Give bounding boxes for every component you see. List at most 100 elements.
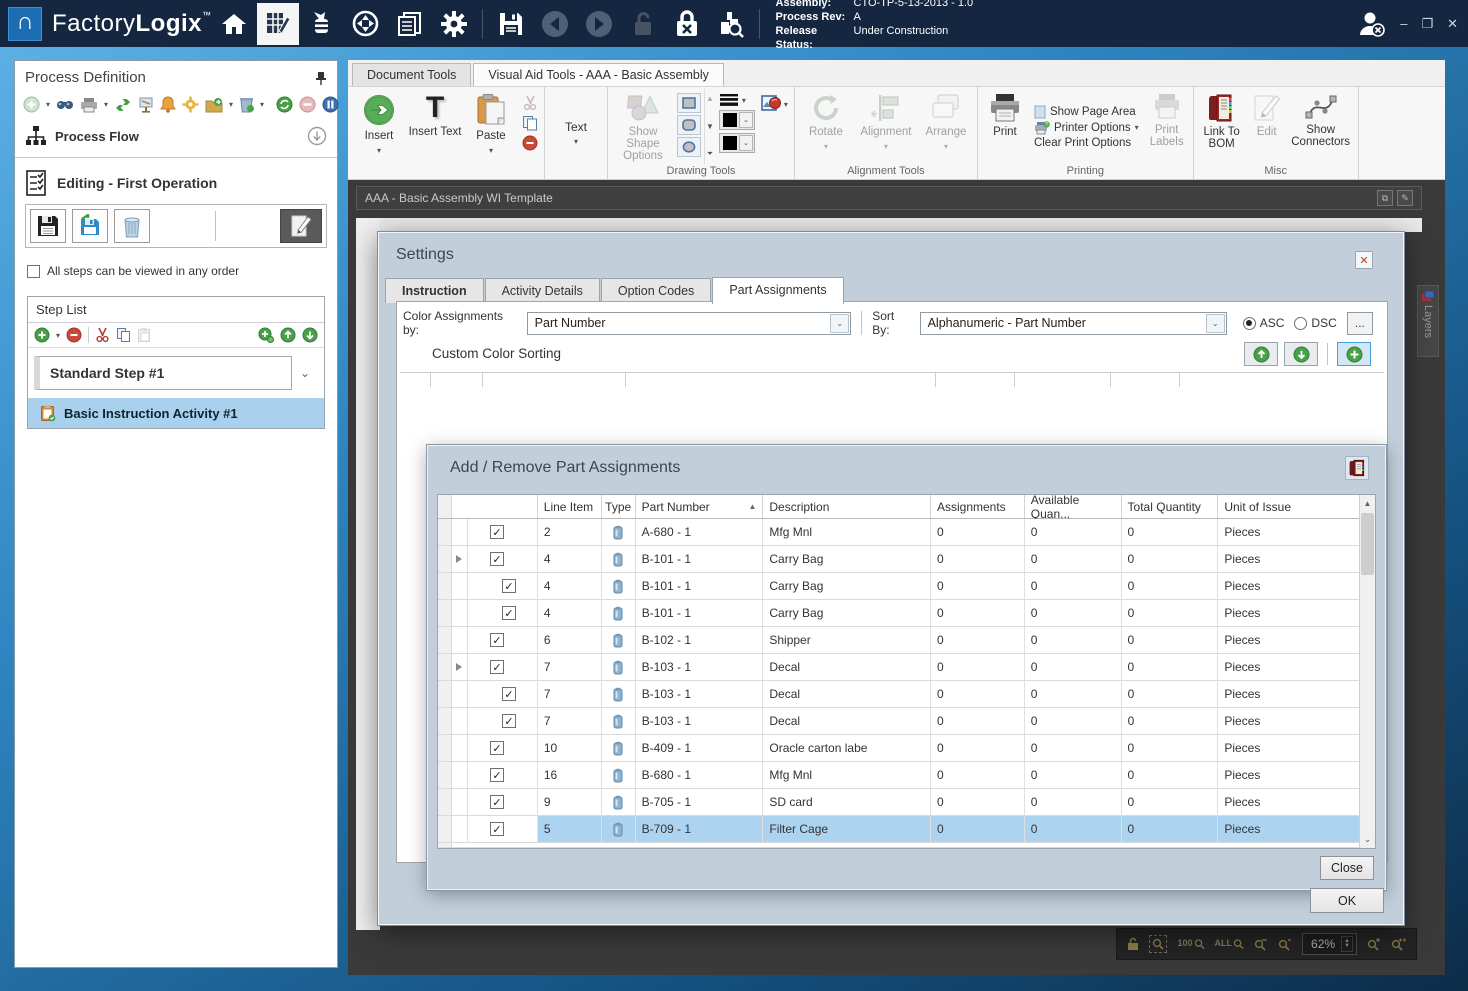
image-stamp-dropdown[interactable]: ▾: [761, 95, 788, 113]
row-checkbox[interactable]: [489, 822, 504, 836]
link-to-bom-button[interactable]: Link To BOM: [1198, 89, 1246, 164]
all-steps-option[interactable]: All steps can be viewed in any order: [15, 248, 337, 288]
logoff-user-button[interactable]: [1356, 9, 1386, 39]
add-step-button[interactable]: [34, 327, 50, 343]
save-step-button[interactable]: [30, 209, 66, 243]
remove-step-button[interactable]: [66, 327, 82, 343]
activity-row-selected[interactable]: Basic Instruction Activity #1: [28, 398, 324, 428]
shape-scroll-up[interactable]: ▲: [706, 94, 714, 103]
sort-asc-radio[interactable]: ASC: [1242, 316, 1284, 330]
insert-text-button[interactable]: T Insert Text: [408, 89, 462, 176]
save-as-button[interactable]: [72, 209, 108, 243]
sign-button[interactable]: [138, 96, 154, 113]
copy-step-button[interactable]: [116, 327, 131, 343]
shape-rounded-rectangle-button[interactable]: [677, 115, 701, 135]
insert-button[interactable]: Insert ▾: [352, 89, 406, 176]
production-button[interactable]: [345, 3, 387, 45]
tab-document-tools[interactable]: Document Tools: [352, 63, 472, 86]
settings-close-button[interactable]: ✕: [1355, 251, 1373, 269]
copy-button[interactable]: [522, 115, 538, 131]
unlock-button[interactable]: [622, 3, 664, 45]
text-button[interactable]: Text ▾: [549, 89, 603, 176]
parts-table-scrollbar[interactable]: ▲ ⌄: [1359, 495, 1375, 848]
column-total-quantity[interactable]: Total Quantity: [1122, 495, 1219, 518]
print-process-button[interactable]: [80, 97, 98, 113]
parts-table-row[interactable]: 9 B-705 - 1 SD card 0 0 0 Pieces: [438, 789, 1359, 816]
column-line-item[interactable]: Line Item: [538, 495, 602, 518]
row-checkbox[interactable]: [489, 795, 504, 809]
row-checkbox[interactable]: [501, 606, 516, 620]
row-checkbox[interactable]: [489, 552, 504, 566]
column-available-quantity[interactable]: Available Quan...: [1025, 495, 1122, 521]
clear-print-options-button[interactable]: Clear Print Options: [1034, 137, 1139, 149]
color-sort-up-button[interactable]: [1244, 342, 1278, 366]
sort-dsc-radio[interactable]: DSC: [1294, 316, 1337, 330]
lock-close-button[interactable]: [666, 3, 708, 45]
arrange-button[interactable]: Arrange ▾: [919, 89, 973, 164]
edit-button[interactable]: Edit: [1248, 89, 1286, 164]
row-expander[interactable]: [452, 573, 468, 599]
maximize-button[interactable]: ❐: [1421, 17, 1433, 30]
process-flow-header[interactable]: Process Flow: [15, 119, 337, 158]
remove-button[interactable]: [522, 135, 538, 151]
zoom-spinner-arrows[interactable]: ▲ ▼: [1341, 936, 1353, 952]
text-dropdown[interactable]: ▾: [574, 136, 578, 148]
options-gear-button[interactable]: [182, 96, 199, 113]
row-checkbox[interactable]: [501, 714, 516, 728]
parts-table-row[interactable]: 7 B-103 - 1 Decal 0 0 0 Pieces: [438, 708, 1359, 735]
row-expander[interactable]: [452, 681, 468, 707]
row-expander[interactable]: [452, 519, 468, 545]
insert-dropdown[interactable]: ▾: [377, 145, 381, 157]
row-expander[interactable]: [452, 654, 468, 680]
add-step-dropdown[interactable]: ▾: [56, 331, 60, 340]
tab-activity-details[interactable]: Activity Details: [484, 278, 600, 303]
show-page-area-button[interactable]: Show Page Area: [1034, 105, 1139, 119]
step-row[interactable]: Standard Step #1 ⌄: [34, 356, 318, 390]
doc-edit-icon[interactable]: ✎: [1397, 190, 1413, 206]
tab-part-assignments[interactable]: Part Assignments: [712, 277, 844, 304]
row-expander[interactable]: [452, 789, 468, 815]
row-checkbox[interactable]: [489, 741, 504, 755]
rotate-button[interactable]: Rotate ▾: [799, 89, 853, 164]
color-sort-down-button[interactable]: [1284, 342, 1318, 366]
zoom-level-spinner[interactable]: 62% ▲ ▼: [1302, 933, 1357, 955]
paste-step-button[interactable]: [137, 327, 151, 343]
line-style-dropdown[interactable]: ▾: [719, 93, 755, 107]
show-shape-options-button[interactable]: Show Shape Options: [612, 89, 674, 164]
pin-icon[interactable]: [315, 71, 327, 85]
paste-dropdown[interactable]: ▾: [489, 145, 493, 157]
collapse-circle-icon[interactable]: [307, 126, 327, 146]
move-step-up-button[interactable]: [280, 327, 296, 343]
zoom-in-fast-button[interactable]: [1391, 938, 1406, 951]
row-expander[interactable]: [452, 600, 468, 626]
shape-scroll-down[interactable]: ▼: [706, 122, 714, 131]
undo-button[interactable]: [534, 3, 576, 45]
parts-table-row[interactable]: 4 B-101 - 1 Carry Bag 0 0 0 Pieces: [438, 600, 1359, 627]
bom-browser-button[interactable]: [1345, 456, 1369, 480]
step-chevron-icon[interactable]: ⌄: [292, 366, 318, 380]
process-definition-button[interactable]: [256, 2, 299, 45]
fill-color-picker[interactable]: ⌄: [718, 133, 755, 153]
step-name[interactable]: Standard Step #1: [34, 356, 292, 390]
save-button[interactable]: [490, 3, 532, 45]
printer-options-button[interactable]: ? Printer Options ▾: [1034, 120, 1139, 135]
shape-scroll-more[interactable]: ⏷: [706, 149, 714, 159]
parts-table-row[interactable]: 16 B-680 - 1 Mfg Mnl 0 0 0 Pieces: [438, 762, 1359, 789]
delete-dropdown[interactable]: ▾: [260, 100, 264, 109]
layers-tab[interactable]: Layers: [1417, 285, 1439, 357]
audit-trail-button[interactable]: [710, 3, 752, 45]
column-description[interactable]: Description: [763, 495, 931, 518]
tab-instruction[interactable]: Instruction: [385, 278, 484, 303]
column-unit-of-issue[interactable]: Unit of Issue: [1218, 495, 1359, 518]
zoom-out-button[interactable]: [1278, 938, 1292, 951]
settings-button[interactable]: [433, 3, 475, 45]
parts-table-row[interactable]: 4 B-101 - 1 Carry Bag 0 0 0 Pieces: [438, 573, 1359, 600]
export-button[interactable]: [205, 97, 223, 113]
zoom-all-button[interactable]: ALL: [1215, 938, 1245, 950]
close-button[interactable]: ✕: [1447, 17, 1458, 30]
parts-table-row[interactable]: 4 B-101 - 1 Carry Bag 0 0 0 Pieces: [438, 546, 1359, 573]
sort-by-select[interactable]: Alphanumeric - Part Number ⌄: [919, 311, 1227, 335]
find-button[interactable]: [56, 97, 74, 112]
print-button[interactable]: Print: [982, 89, 1028, 164]
more-options-button[interactable]: ...: [1346, 311, 1373, 335]
